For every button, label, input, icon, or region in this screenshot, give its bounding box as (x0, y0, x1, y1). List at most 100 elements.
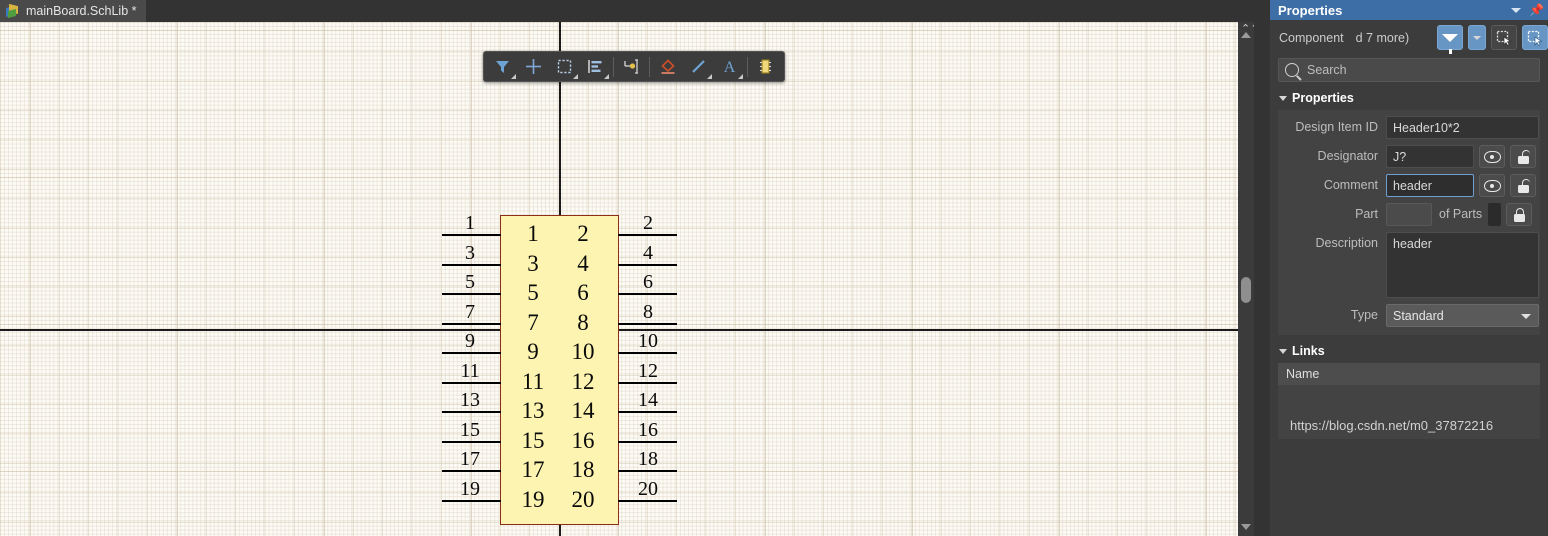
properties-panel-titlebar: Properties 📌 (1270, 0, 1548, 20)
pin-name-right-16: 16 (571, 427, 595, 453)
scroll-down-arrow[interactable] (1241, 524, 1251, 530)
canvas-vertical-scrollbar[interactable]: ⌃⌃ (1238, 22, 1259, 536)
chevron-down-icon (1473, 35, 1481, 40)
place-line-tool-button[interactable] (683, 53, 714, 80)
place-component-tool-button[interactable] (750, 53, 781, 80)
designator-visibility-button[interactable] (1479, 145, 1505, 168)
design-item-id-row: Design Item ID Header10*2 (1278, 116, 1540, 139)
cursor-select-icon (1496, 30, 1512, 46)
pin-line-right-10 (618, 352, 677, 354)
component-symbol-header10x2[interactable]: 1 1 3 3 5 5 7 7 9 9 11 11 13 13 15 15 17 17 19 19 2 2 4 4 6 6 8 8 10… (442, 213, 677, 525)
search-placeholder: Search (1307, 63, 1347, 77)
crosshair-horizontal (0, 329, 1238, 331)
description-field[interactable]: header (1386, 232, 1539, 298)
pin-number-left-13: 13 (460, 389, 480, 411)
select-all-button[interactable] (1522, 25, 1548, 50)
designator-lock-button[interactable] (1510, 145, 1536, 168)
type-select[interactable]: Standard (1386, 304, 1539, 327)
place-pin-tool-button[interactable] (616, 53, 647, 80)
link-url: https://blog.csdn.net/m0_37872216 (1290, 418, 1494, 433)
table-row[interactable]: https://blog.csdn.net/m0_37872216 (1278, 385, 1540, 439)
eye-icon (1483, 150, 1501, 163)
links-name-column-label: Name (1286, 367, 1320, 381)
type-select-value: Standard (1393, 308, 1444, 323)
pin-number-left-15: 15 (460, 418, 480, 441)
pin-number-right-18: 18 (638, 448, 658, 470)
tab-label: mainBoard.SchLib * (26, 4, 137, 18)
designator-field[interactable]: J? (1386, 145, 1474, 168)
place-text-tool-button[interactable]: A (714, 53, 745, 80)
chevron-down-icon[interactable] (1511, 7, 1522, 13)
pin-number-right-4: 4 (643, 241, 653, 264)
search-input[interactable]: Search (1278, 58, 1540, 82)
pin-number-left-3: 3 (465, 241, 475, 264)
pin-number-right-16: 16 (638, 418, 658, 441)
align-left-icon (588, 60, 602, 73)
pin-line-left-19 (442, 499, 501, 502)
scroll-up-arrow[interactable] (1241, 32, 1251, 38)
designator-row: Designator J? (1278, 145, 1540, 168)
schematic-canvas[interactable]: 1 1 3 3 5 5 7 7 9 9 11 11 13 13 15 15 17 17 19 19 2 2 4 4 6 6 8 8 10… (0, 22, 1238, 536)
properties-section-header[interactable]: Properties (1270, 82, 1548, 110)
type-row: Type Standard (1278, 304, 1540, 327)
filter-toggle-button[interactable] (1437, 25, 1463, 54)
pin-name-left-5: 5 (527, 280, 539, 305)
properties-fields-group: Design Item ID Header10*2 Designator J? … (1278, 110, 1540, 335)
crosshair-tool-button[interactable] (518, 53, 549, 80)
select-similar-button[interactable] (1491, 25, 1517, 50)
panel-titlebar-tools: 📌 (1511, 0, 1544, 20)
align-tool-button[interactable] (580, 53, 611, 80)
pin-line-right-4 (618, 263, 677, 266)
pin-name-right-14: 14 (571, 398, 595, 423)
panel-title-label: Properties (1278, 2, 1343, 18)
polygon-icon (660, 59, 675, 74)
canvas-grid-minor (0, 22, 1238, 536)
part-select[interactable] (1386, 203, 1432, 226)
scrollbar-thumb[interactable] (1241, 277, 1251, 303)
filter-tool-button[interactable] (487, 53, 518, 80)
pin-line-left-3 (442, 263, 501, 266)
funnel-icon (1442, 33, 1458, 54)
type-label: Type (1350, 308, 1378, 322)
selection-tool-button[interactable] (549, 53, 580, 80)
comment-visibility-button[interactable] (1479, 174, 1505, 197)
pin-name-right-6: 6 (577, 280, 589, 305)
place-polygon-tool-button[interactable] (652, 53, 683, 80)
comment-field[interactable]: header (1386, 174, 1474, 197)
pin-line-left-5 (442, 293, 501, 295)
comment-lock-button[interactable] (1510, 174, 1536, 197)
properties-panel: Properties 📌 Component d 7 more) Search … (1270, 0, 1548, 536)
links-section-header[interactable]: Links (1270, 335, 1548, 363)
chevron-down-icon (1279, 95, 1287, 101)
cursor-select-all-icon (1527, 30, 1543, 46)
object-count-label: d 7 more) (1355, 31, 1410, 45)
pin-name-right-20: 20 (571, 486, 595, 512)
lock-closed-icon (1513, 207, 1526, 222)
part-lock-button[interactable] (1506, 203, 1533, 226)
design-item-id-field[interactable]: Header10*2 (1386, 116, 1539, 139)
pin-name-right-4: 4 (577, 250, 589, 276)
dropdown-corner-indicator (707, 74, 712, 79)
pin-line-left-11 (442, 381, 501, 384)
dropdown-corner-indicator (604, 74, 609, 79)
chevron-down-icon (1279, 348, 1287, 354)
filter-dropdown-button[interactable] (1468, 25, 1486, 50)
pin-name-left-9: 9 (527, 339, 539, 364)
lock-open-icon (1517, 178, 1530, 193)
pin-name-left-1: 1 (527, 221, 539, 246)
pushpin-icon[interactable]: 📌 (1529, 4, 1544, 16)
design-item-id-label: Design Item ID (1295, 120, 1378, 134)
pin-line-right-2 (618, 234, 677, 236)
toolbar-separator (613, 56, 614, 77)
pin-line-right-16 (618, 440, 677, 443)
svg-text:A: A (724, 59, 736, 75)
pin-number-right-12: 12 (638, 359, 658, 382)
tab-mainboard-schlib[interactable]: mainBoard.SchLib * (0, 0, 147, 22)
pin-name-left-13: 13 (521, 398, 545, 423)
lock-open-icon (1517, 149, 1530, 164)
document-tab-bar: mainBoard.SchLib * (0, 0, 1270, 22)
description-label: Description (1315, 236, 1378, 250)
pin-line-right-14 (618, 411, 677, 413)
description-row: Description header (1278, 232, 1540, 298)
of-parts-value (1488, 203, 1502, 226)
